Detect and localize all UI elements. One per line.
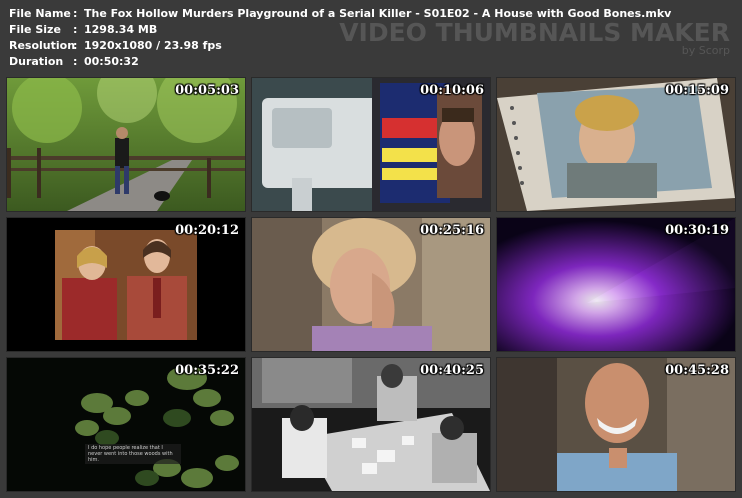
thumbnail[interactable]: 00:05:03	[7, 78, 245, 211]
timestamp: 00:30:19	[665, 223, 729, 238]
thumbnail[interactable]: 00:15:09	[497, 78, 735, 211]
thumbnail[interactable]: 00:25:16	[252, 218, 490, 351]
thumbnail[interactable]: 00:30:19	[497, 218, 735, 351]
timestamp: 00:35:22	[175, 363, 239, 378]
timestamp: 00:25:16	[420, 223, 484, 238]
timestamp: 00:15:09	[665, 83, 729, 98]
subtitle-caption: I do hope people realize that I never we…	[85, 444, 181, 464]
timestamp: 00:45:28	[665, 363, 729, 378]
timestamp: 00:20:12	[175, 223, 239, 238]
thumbnail-grid: 00:05:03 00:10:06 00:15:09 00:20:12 00:2…	[0, 0, 742, 498]
thumbnail[interactable]: 00:20:12	[7, 218, 245, 351]
timestamp: 00:05:03	[175, 83, 239, 98]
thumbnail[interactable]: I do hope people realize that I never we…	[7, 358, 245, 491]
thumbnail[interactable]: 00:10:06	[252, 78, 490, 211]
timestamp: 00:40:25	[420, 363, 484, 378]
thumbnail[interactable]: 00:45:28	[497, 358, 735, 491]
timestamp: 00:10:06	[420, 83, 484, 98]
thumbnail[interactable]: 00:40:25	[252, 358, 490, 491]
